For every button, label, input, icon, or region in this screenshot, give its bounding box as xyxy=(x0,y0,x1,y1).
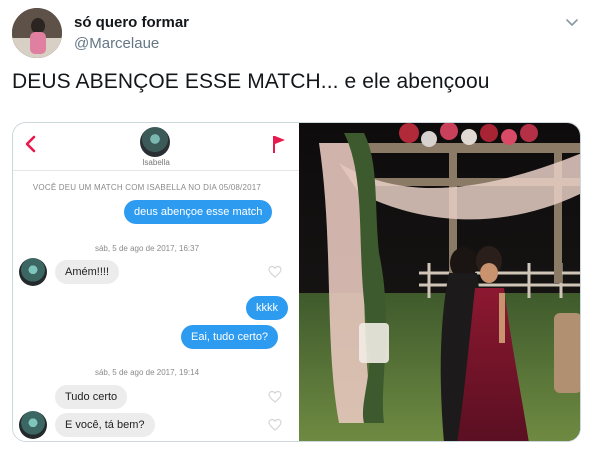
chat-avatar xyxy=(19,258,47,286)
message-incoming: Amém!!!! xyxy=(55,260,120,284)
message-date: sáb, 5 de ago de 2017, 16:37 xyxy=(94,244,200,253)
match-note: VOCÊ DEU UM MATCH COM ISABELLA NO DIA 05… xyxy=(32,183,262,192)
user-handle[interactable]: @Marcelaue xyxy=(74,35,159,52)
match-avatar xyxy=(140,127,170,157)
message-incoming: E você, tá bem? xyxy=(55,413,155,437)
back-arrow-icon xyxy=(25,135,36,153)
chat-avatar xyxy=(19,411,47,439)
heart-icon[interactable] xyxy=(268,418,282,432)
avatar[interactable] xyxy=(12,8,62,58)
message-date: sáb, 5 de ago de 2017, 19:14 xyxy=(94,368,200,377)
display-name[interactable]: só quero formar xyxy=(74,14,189,31)
message-incoming: Tudo certo xyxy=(55,385,128,409)
chat-screenshot: Isabella VOCÊ DEU UM MATCH COM ISABELLA … xyxy=(13,123,299,441)
couple-photo xyxy=(299,123,580,441)
flag-icon xyxy=(273,136,285,153)
heart-icon[interactable] xyxy=(268,390,282,404)
tweet-text: DEUS ABENÇOE ESSE MATCH... e ele abençoo… xyxy=(12,70,490,93)
heart-icon[interactable] xyxy=(268,265,282,279)
chevron-down-icon[interactable] xyxy=(564,14,580,30)
message-outgoing: deus abençoe esse match xyxy=(124,200,273,224)
match-name: Isabella xyxy=(142,158,170,167)
tweet-header: só quero formar @Marcelaue xyxy=(12,8,582,60)
chat-top-bar: Isabella xyxy=(13,123,299,171)
tweet-media[interactable]: Isabella VOCÊ DEU UM MATCH COM ISABELLA … xyxy=(12,122,581,442)
message-outgoing: kkkk xyxy=(246,296,288,320)
message-outgoing: Eai, tudo certo? xyxy=(181,325,279,349)
